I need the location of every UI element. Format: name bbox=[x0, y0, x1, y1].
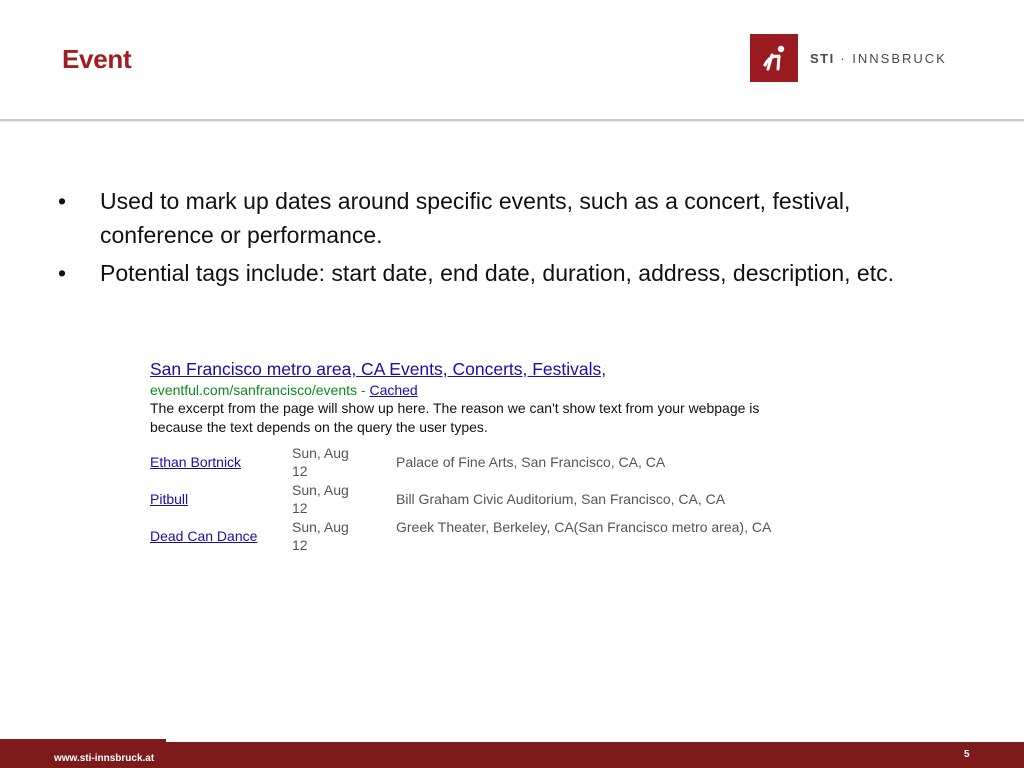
event-venue: Greek Theater, Berkeley, CA(San Francisc… bbox=[396, 519, 772, 535]
bullet-list: • Used to mark up dates around specific … bbox=[58, 184, 938, 294]
slide-title: Event bbox=[62, 44, 132, 74]
sti-innsbruck-logo: STI · INNSBRUCK bbox=[750, 34, 947, 82]
event-name-link[interactable]: Pitbull bbox=[150, 491, 188, 507]
page-number: 5 bbox=[964, 749, 970, 760]
result-snippet: The excerpt from the page will show up h… bbox=[150, 400, 760, 435]
event-row: Dead Can Dance Sun, Aug 12 Greek Theater,… bbox=[150, 518, 816, 555]
bullet-text: Used to mark up dates around specific ev… bbox=[100, 188, 851, 248]
event-row: Pitbull Sun, Aug 12 Bill Graham Civic Aud… bbox=[150, 481, 816, 518]
header-divider-shadow bbox=[0, 121, 1024, 122]
footer-url[interactable]: www.sti-innsbruck.at bbox=[54, 753, 154, 764]
event-name-link[interactable]: Dead Can Dance bbox=[150, 528, 257, 544]
event-date: Sun, Aug 12 bbox=[292, 482, 349, 516]
sti-logo-icon bbox=[750, 34, 798, 82]
cached-link[interactable]: Cached bbox=[369, 382, 417, 398]
event-rich-snippet-table: Ethan Bortnick Sun, Aug 12 Palace of Fine… bbox=[150, 444, 816, 555]
bullet-item: • Used to mark up dates around specific … bbox=[58, 184, 938, 252]
search-result-screenshot: San Francisco metro area, CA Events, Con… bbox=[150, 358, 830, 555]
event-date: Sun, Aug 12 bbox=[292, 519, 349, 553]
bullet-item: • Potential tags include: start date, en… bbox=[58, 256, 938, 290]
event-name-link[interactable]: Ethan Bortnick bbox=[150, 454, 241, 470]
result-url: eventful.com/sanfrancisco/events bbox=[150, 382, 357, 398]
bullet-text: Potential tags include: start date, end … bbox=[100, 260, 894, 286]
result-title-link[interactable]: San Francisco metro area, CA Events, Con… bbox=[150, 358, 830, 380]
bullet-dot: • bbox=[58, 188, 67, 214]
event-venue: Bill Graham Civic Auditorium, San Franci… bbox=[396, 491, 726, 507]
bullet-dot: • bbox=[58, 260, 67, 286]
logo-wordmark: STI · INNSBRUCK bbox=[810, 50, 947, 66]
footer-tab bbox=[0, 739, 166, 742]
result-url-line: eventful.com/sanfrancisco/events - Cache… bbox=[150, 381, 830, 399]
url-separator: - bbox=[357, 382, 370, 398]
event-date: Sun, Aug 12 bbox=[292, 445, 349, 479]
footer-bar: www.sti-innsbruck.at 5 bbox=[0, 739, 1024, 768]
event-row: Ethan Bortnick Sun, Aug 12 Palace of Fine… bbox=[150, 444, 816, 481]
event-venue: Palace of Fine Arts, San Francisco, CA, … bbox=[396, 454, 666, 470]
